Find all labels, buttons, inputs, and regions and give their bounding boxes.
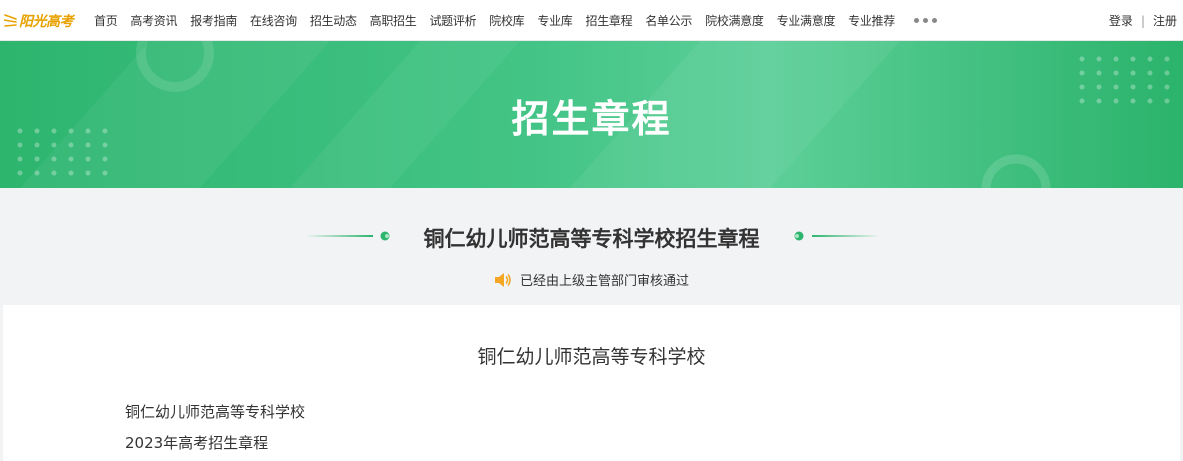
logo-text: 阳光高考	[19, 14, 74, 30]
audit-text: 已经由上级主管部门审核通过	[519, 274, 689, 289]
content-title: 铜仁幼儿师范高等专科学校	[477, 346, 706, 368]
nav-item-major-recommend[interactable]: 专业推荐	[848, 12, 895, 29]
nav-item-exam-review[interactable]: 试题评析	[429, 12, 476, 29]
site-logo[interactable]: 阳光高考	[4, 8, 74, 34]
audit-notice: 已经由上级主管部门审核通过	[0, 270, 1183, 289]
nav-item-admission-news[interactable]: 招生动态	[310, 12, 357, 29]
content-line: 铜仁幼儿师范高等专科学校	[125, 403, 306, 421]
page-banner: 招生章程	[0, 41, 1183, 188]
school-charter-title: 铜仁幼儿师范高等专科学校招生章程	[423, 227, 760, 251]
nav-item-major-satisfaction[interactable]: 专业满意度	[777, 12, 836, 29]
nav-item-school-db[interactable]: 院校库	[489, 12, 524, 29]
speaker-icon	[494, 272, 511, 287]
nav-item-consult[interactable]: 在线咨询	[250, 12, 297, 29]
top-navigation-bar: 阳光高考 首页 高考资讯 报考指南 在线咨询 招生动态 高职招生 试题评析 院校…	[0, 0, 1183, 41]
register-link[interactable]: 注册	[1153, 12, 1177, 29]
charter-content: 铜仁幼儿师范高等专科学校 铜仁幼儿师范高等专科学校 2023年高考招生章程	[3, 305, 1180, 461]
title-decoration-right	[794, 231, 880, 241]
charter-heading-area: 铜仁幼儿师范高等专科学校招生章程 已经由上级主管部门审核通过	[0, 188, 1183, 305]
nav-item-vocational[interactable]: 高职招生	[370, 12, 417, 29]
main-nav: 首页 高考资讯 报考指南 在线咨询 招生动态 高职招生 试题评析 院校库 专业库…	[94, 0, 937, 41]
nav-item-guide[interactable]: 报考指南	[190, 12, 237, 29]
nav-item-charter[interactable]: 招生章程	[586, 12, 633, 29]
nav-item-list-publicity[interactable]: 名单公示	[645, 12, 692, 29]
nav-item-news[interactable]: 高考资讯	[130, 12, 177, 29]
nav-item-home[interactable]: 首页	[94, 12, 118, 29]
more-dots-icon[interactable]	[913, 11, 937, 31]
content-line: 2023年高考招生章程	[125, 434, 269, 452]
nav-item-major-db[interactable]: 专业库	[537, 12, 572, 29]
sun-rays-icon	[4, 14, 17, 27]
banner-title: 招生章程	[511, 97, 672, 141]
login-link[interactable]: 登录	[1109, 12, 1133, 29]
auth-links: 登录 | 注册	[1109, 0, 1177, 41]
auth-separator: |	[1140, 13, 1145, 28]
nav-item-school-satisfaction[interactable]: 院校满意度	[705, 12, 764, 29]
